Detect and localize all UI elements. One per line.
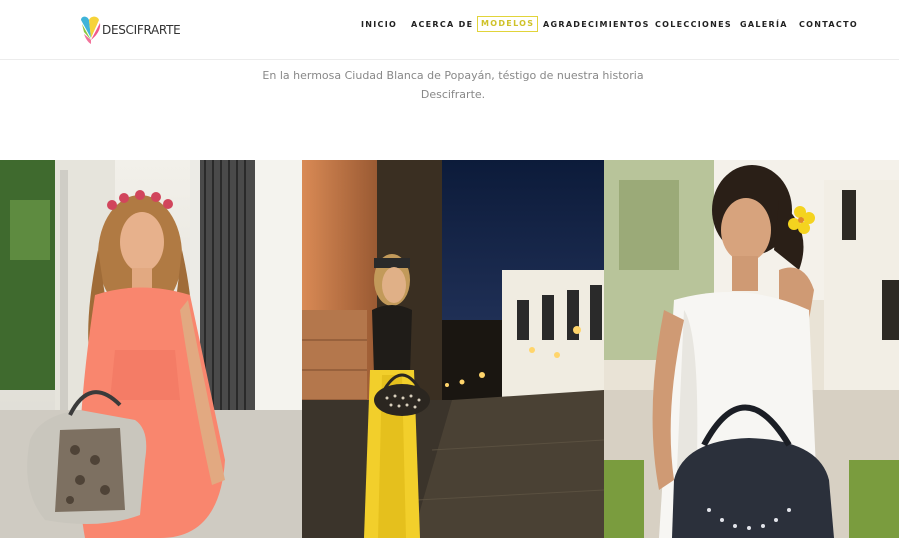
model-yellow-skirt-image (302, 160, 604, 538)
photo-model-white-dress[interactable] (604, 160, 899, 538)
photo-model-pink-dress[interactable] (0, 160, 302, 538)
model-white-dress-image (604, 160, 899, 538)
model-pink-dress-image (0, 160, 302, 538)
intro-line-1: En la hermosa Ciudad Blanca de Popayán, … (262, 69, 644, 82)
nav-colecciones[interactable]: COLECCIONES (655, 17, 732, 33)
nav-inicio[interactable]: INICIO (361, 17, 397, 33)
site-header: DESCIFRARTE INICIO ACERCA DE MODELOS AGR… (0, 0, 899, 60)
model-gallery (0, 160, 899, 538)
photo-model-yellow-skirt[interactable] (302, 160, 604, 538)
intro-line-2: Descifrarte. (420, 88, 486, 101)
nav-agradecimientos[interactable]: AGRADECIMIENTOS (543, 17, 650, 33)
nav-acerca-de[interactable]: ACERCA DE (411, 17, 473, 33)
nav-galeria[interactable]: GALERÍA (740, 17, 788, 33)
nav-contacto[interactable]: CONTACTO (799, 17, 858, 33)
main-nav: INICIO ACERCA DE MODELOS AGRADECIMIENTOS… (0, 16, 899, 35)
intro-text: En la hermosa Ciudad Blanca de Popayán, … (0, 66, 899, 104)
nav-modelos[interactable]: MODELOS (477, 16, 539, 32)
